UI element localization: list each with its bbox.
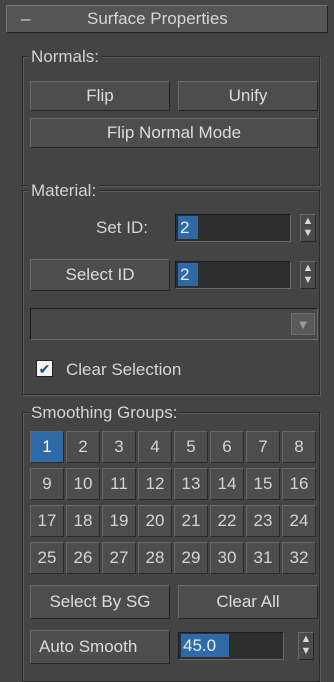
- select-id-field[interactable]: 2: [175, 261, 291, 289]
- smoothing-group-10[interactable]: 10: [66, 468, 100, 500]
- smoothing-group-24[interactable]: 24: [282, 505, 316, 537]
- auto-smooth-spinner[interactable]: ▲ ▼: [298, 632, 314, 660]
- select-id-spinner[interactable]: ▲ ▼: [300, 261, 316, 289]
- select-id-value: 2: [178, 263, 198, 286]
- set-id-value: 2: [178, 216, 198, 239]
- clear-selection-label[interactable]: Clear Selection: [66, 360, 181, 380]
- flip-normal-mode-button[interactable]: Flip Normal Mode: [30, 118, 318, 148]
- select-by-sg-button[interactable]: Select By SG: [30, 585, 170, 619]
- smoothing-group-27[interactable]: 27: [102, 542, 136, 574]
- auto-smooth-threshold-value: 45.0: [181, 634, 229, 657]
- smoothing-group-26[interactable]: 26: [66, 542, 100, 574]
- set-id-label: Set ID:: [96, 218, 148, 237]
- select-id-button[interactable]: Select ID: [30, 259, 170, 291]
- smoothing-group-12[interactable]: 12: [138, 468, 172, 500]
- smoothing-group-14[interactable]: 14: [210, 468, 244, 500]
- smoothing-group-19[interactable]: 19: [102, 505, 136, 537]
- auto-smooth-threshold-field[interactable]: 45.0: [178, 632, 284, 660]
- spinner-down-icon[interactable]: ▼: [299, 645, 313, 657]
- smoothing-group-16[interactable]: 16: [282, 468, 316, 500]
- smoothing-group-15[interactable]: 15: [246, 468, 280, 500]
- spinner-down-icon[interactable]: ▼: [301, 227, 315, 239]
- clear-all-button[interactable]: Clear All: [178, 585, 318, 619]
- spinner-up-icon[interactable]: ▲: [301, 215, 315, 227]
- smoothing-group-23[interactable]: 23: [246, 505, 280, 537]
- material-name-dropdown[interactable]: ▼: [30, 308, 318, 340]
- unify-button[interactable]: Unify: [178, 81, 318, 111]
- spinner-up-icon[interactable]: ▲: [299, 633, 313, 645]
- clear-selection-checkbox[interactable]: ✔: [36, 360, 53, 377]
- set-id-spinner[interactable]: ▲ ▼: [300, 214, 316, 242]
- rollout-toggle[interactable]: –: [21, 9, 30, 29]
- smoothing-group-8[interactable]: 8: [282, 431, 316, 463]
- smoothing-group-18[interactable]: 18: [66, 505, 100, 537]
- spinner-up-icon[interactable]: ▲: [301, 262, 315, 274]
- spinner-down-icon[interactable]: ▼: [301, 274, 315, 286]
- smoothing-group-5[interactable]: 5: [174, 431, 208, 463]
- smoothing-group-29[interactable]: 29: [174, 542, 208, 574]
- smoothing-group-2[interactable]: 2: [66, 431, 100, 463]
- smoothing-group-25[interactable]: 25: [30, 542, 64, 574]
- smoothing-group-31[interactable]: 31: [246, 542, 280, 574]
- flip-button[interactable]: Flip: [30, 81, 170, 111]
- smoothing-group-20[interactable]: 20: [138, 505, 172, 537]
- smoothing-group-9[interactable]: 9: [30, 468, 64, 500]
- rollout-title[interactable]: Surface Properties: [87, 9, 228, 29]
- smoothing-group-1[interactable]: 1: [30, 431, 64, 463]
- smoothing-group-30[interactable]: 30: [210, 542, 244, 574]
- rollout-header[interactable]: – Surface Properties: [6, 5, 328, 33]
- smoothing-group-17[interactable]: 17: [30, 505, 64, 537]
- set-id-field[interactable]: 2: [175, 214, 291, 242]
- smoothing-group-32[interactable]: 32: [282, 542, 316, 574]
- smoothing-groups-legend: Smoothing Groups:: [28, 403, 181, 423]
- smoothing-group-11[interactable]: 11: [102, 468, 136, 500]
- smoothing-group-13[interactable]: 13: [174, 468, 208, 500]
- smoothing-group-3[interactable]: 3: [102, 431, 136, 463]
- dropdown-arrow-icon[interactable]: ▼: [291, 313, 315, 335]
- material-legend: Material:: [28, 181, 100, 201]
- normals-legend: Normals:: [28, 47, 103, 67]
- smoothing-group-21[interactable]: 21: [174, 505, 208, 537]
- auto-smooth-button[interactable]: Auto Smooth: [30, 630, 170, 664]
- smoothing-group-22[interactable]: 22: [210, 505, 244, 537]
- checkmark-icon: ✔: [38, 361, 51, 377]
- smoothing-group-28[interactable]: 28: [138, 542, 172, 574]
- smoothing-group-7[interactable]: 7: [246, 431, 280, 463]
- smoothing-group-4[interactable]: 4: [138, 431, 172, 463]
- smoothing-group-6[interactable]: 6: [210, 431, 244, 463]
